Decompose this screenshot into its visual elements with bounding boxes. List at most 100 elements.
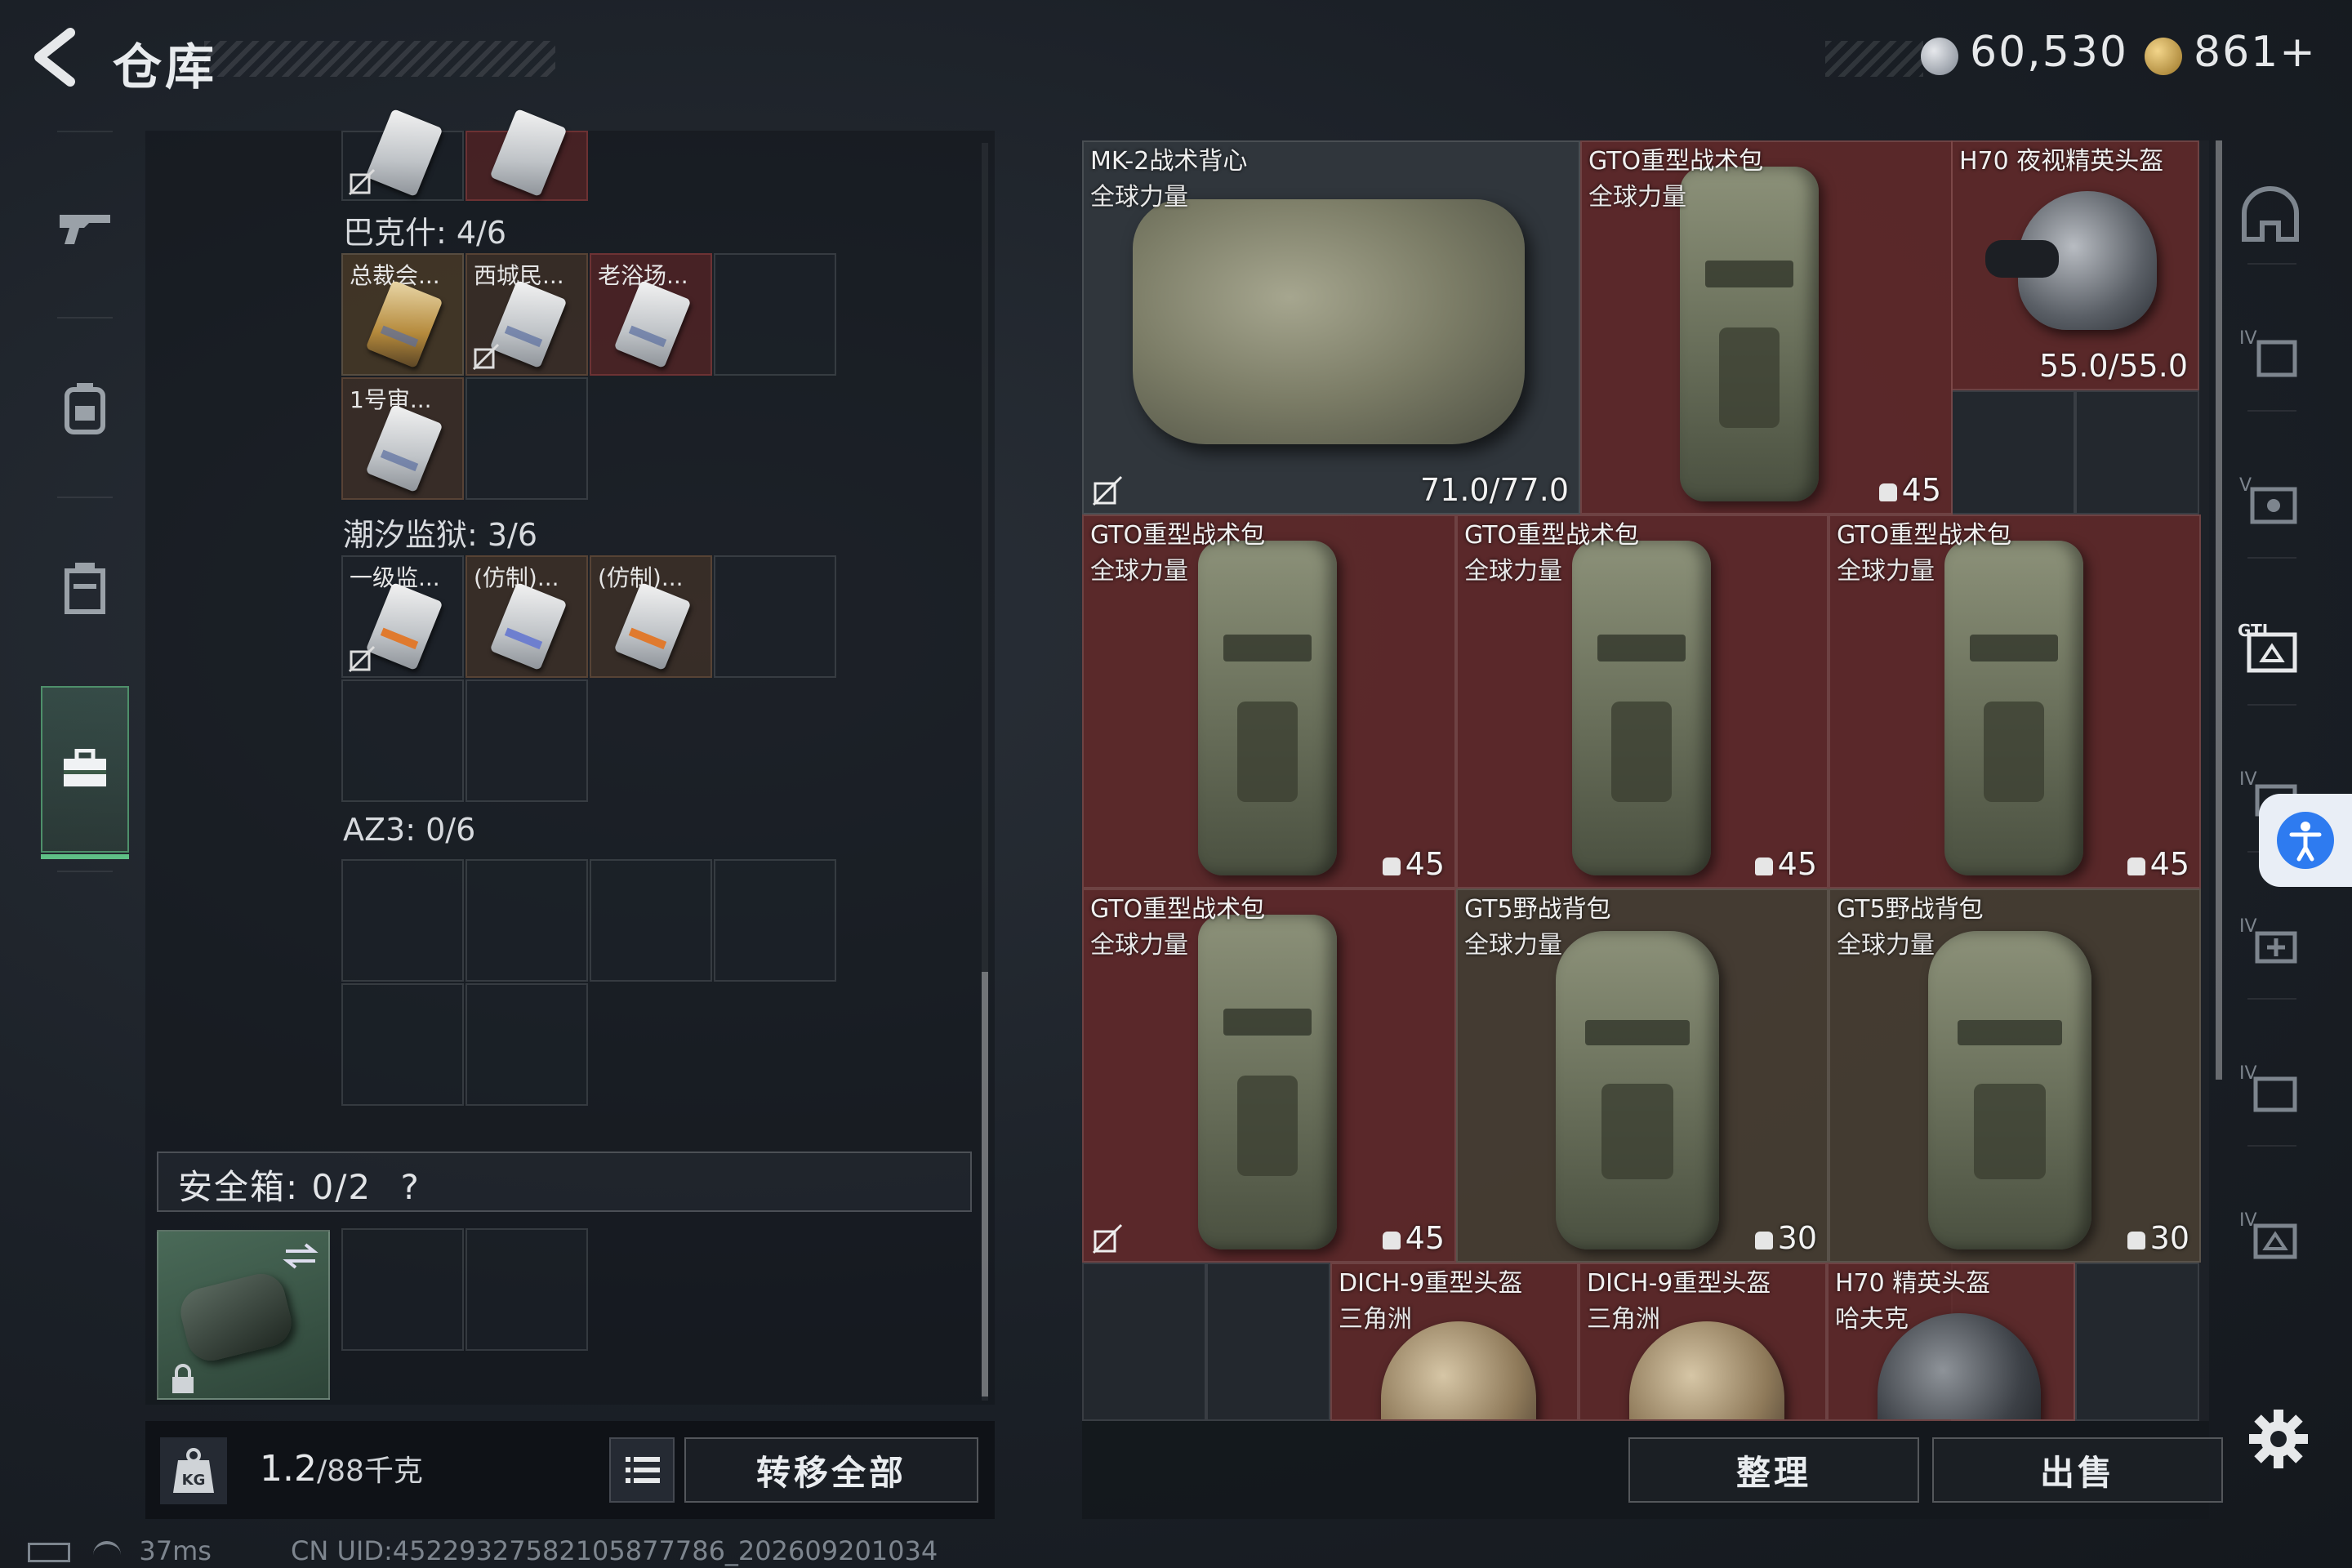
empty-slot[interactable] <box>714 859 836 982</box>
transfer-all-button[interactable]: 转移全部 <box>684 1437 978 1503</box>
svg-text:V: V <box>2239 475 2252 496</box>
no-transfer-icon <box>348 168 376 196</box>
accessibility-button[interactable] <box>2259 794 2352 887</box>
capacity-icon <box>1382 1231 1401 1250</box>
capacity-icon <box>1754 1231 1773 1250</box>
sell-button[interactable]: 出售 <box>1932 1437 2223 1503</box>
weight-readout: 1.2/88千克 <box>260 1448 423 1490</box>
gti-bag-icon: GTI <box>2238 621 2297 673</box>
empty-slot[interactable] <box>466 859 588 982</box>
iv-case-icon: IV <box>2239 1063 2297 1112</box>
iv-box-icon: IV <box>2239 1210 2297 1259</box>
back-button[interactable] <box>24 24 90 90</box>
battery-icon <box>28 1543 70 1562</box>
backpack-tab[interactable] <box>28 327 142 490</box>
empty-slot[interactable] <box>466 679 588 802</box>
key-slot[interactable] <box>466 108 588 201</box>
empty-slot[interactable] <box>466 983 588 1106</box>
item-vest[interactable]: MK-2战术背心 全球力量 71.0/77.0 <box>1082 140 1580 514</box>
item-backpack[interactable]: GTO重型战术包 全球力量 45 <box>1580 140 1953 514</box>
key-slot[interactable]: 老浴场... <box>590 253 712 376</box>
key-slot[interactable]: 西城民... <box>466 253 588 376</box>
currency-gold[interactable]: 861+ <box>2194 28 2317 77</box>
helmet-filter[interactable] <box>2238 181 2303 247</box>
empty-slot[interactable] <box>341 983 464 1106</box>
item-helmet[interactable]: DICH-9重型头盔 三角洲 <box>1330 1263 1579 1421</box>
capacity-icon <box>2127 1231 2145 1250</box>
empty-slot[interactable] <box>341 679 464 802</box>
capacity-icon <box>1382 857 1401 875</box>
key-slot[interactable]: 1号审... <box>341 377 464 500</box>
key-slot[interactable]: 一级监... <box>341 555 464 678</box>
group-label: 巴克什: 4/6 <box>343 215 507 251</box>
list-icon <box>626 1457 660 1483</box>
svg-text:IV: IV <box>2239 328 2257 349</box>
svg-text:KG: KG <box>182 1472 206 1489</box>
empty-slot[interactable] <box>714 253 836 376</box>
group-label: AZ3: 0/6 <box>343 812 476 848</box>
settings-button[interactable] <box>2246 1406 2311 1472</box>
armor-filter[interactable]: IV <box>2238 320 2303 385</box>
medical-filter[interactable]: IV <box>2238 908 2303 973</box>
box-filter[interactable]: IV <box>2238 1202 2303 1267</box>
help-icon[interactable]: ? <box>400 1167 420 1207</box>
case-filter[interactable]: IV <box>2238 1055 2303 1120</box>
backpack-icon <box>65 383 105 434</box>
key-slot[interactable]: (仿制)... <box>466 555 588 678</box>
key-slot[interactable]: 总裁会... <box>341 253 464 376</box>
safebox-slot[interactable] <box>341 1228 464 1351</box>
key-slot[interactable]: (仿制)... <box>590 555 712 678</box>
weight-icon-box: KG <box>160 1437 227 1504</box>
lock-icon <box>172 1364 194 1393</box>
empty-slot[interactable] <box>714 555 836 678</box>
empty-slot[interactable] <box>341 859 464 982</box>
active-indicator <box>41 854 129 859</box>
equipment-filter-rail: IV V GTI IV IV IV IV <box>2223 140 2313 1414</box>
item-backpack[interactable]: GTO重型战术包 全球力量 45 <box>1456 514 1829 889</box>
capacity-icon <box>1754 857 1773 875</box>
empty-slot[interactable] <box>590 859 712 982</box>
chest-rig-filter[interactable]: V <box>2238 467 2303 532</box>
item-backpack[interactable]: GT5野战背包 全球力量 30 <box>1829 889 2201 1263</box>
svg-text:GTI: GTI <box>2238 621 2268 640</box>
no-transfer-icon <box>348 645 376 673</box>
capacity-icon <box>2127 857 2145 875</box>
item-backpack[interactable]: GTO重型战术包 全球力量 45 <box>1082 514 1456 889</box>
weapon-tab[interactable] <box>28 147 142 310</box>
no-transfer-icon <box>472 343 500 371</box>
item-backpack[interactable]: GT5野战背包 全球力量 30 <box>1456 889 1829 1263</box>
helmet-slot-icon <box>2242 186 2299 242</box>
silver-coin-icon <box>1921 38 1958 75</box>
storage-scroll-thumb[interactable] <box>982 972 988 1396</box>
item-backpack[interactable]: GTO重型战术包 全球力量 45 <box>1082 889 1456 1263</box>
item-grid-scrollbar[interactable] <box>2216 140 2222 1080</box>
safebox-slot[interactable] <box>466 1228 588 1351</box>
backpack-filter[interactable]: GTI <box>2238 614 2303 679</box>
key-slot[interactable] <box>341 108 464 201</box>
swap-icon[interactable] <box>281 1240 320 1272</box>
toolbox-icon <box>64 749 106 786</box>
wifi-icon <box>93 1541 122 1564</box>
organize-button[interactable]: 整理 <box>1628 1437 1919 1503</box>
category-rail <box>28 131 142 874</box>
list-view-button[interactable] <box>609 1437 675 1503</box>
item-helmet[interactable]: H70 精英头盔 哈夫克 <box>1827 1263 2075 1421</box>
item-helmet[interactable]: DICH-9重型头盔 三角洲 <box>1579 1263 1827 1421</box>
gear-icon <box>2249 1410 2308 1468</box>
safebox-label: 安全箱: 0/2 ? <box>178 1167 421 1207</box>
network-status: 37ms <box>28 1535 212 1566</box>
title-decoration <box>204 41 555 77</box>
supplies-tab-active[interactable] <box>41 686 129 853</box>
vest-tab[interactable] <box>28 506 142 670</box>
accessibility-icon <box>2289 822 2322 862</box>
item-backpack[interactable]: GTO重型战术包 全球力量 45 <box>1829 514 2201 889</box>
user-uid: CN UID:4522932758210587778­6_20260920103… <box>291 1535 938 1566</box>
safebox-container[interactable] <box>157 1230 330 1400</box>
iv-med-icon: IV <box>2239 916 2297 964</box>
capacity-icon <box>1878 483 1897 501</box>
item-grid: MK-2战术背心 全球力量 71.0/77.0 GTO重型战术包 全球力量 45… <box>1082 140 2209 1421</box>
no-transfer-icon <box>1092 1223 1123 1254</box>
empty-slot[interactable] <box>466 377 588 500</box>
item-helmet[interactable]: H70 夜视精英头盔 55.0/55.0 <box>1951 140 2199 390</box>
svg-text:IV: IV <box>2239 769 2257 790</box>
